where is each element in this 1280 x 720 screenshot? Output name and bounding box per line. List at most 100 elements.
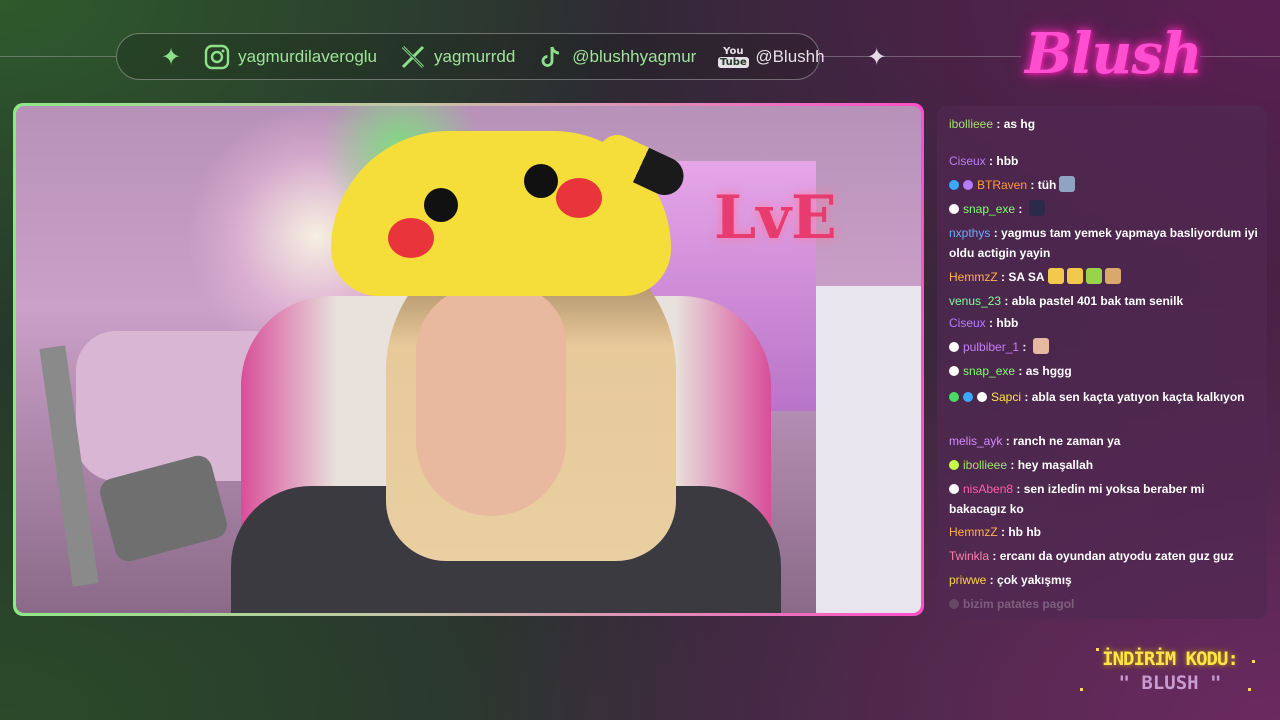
webcam-feed: LvE — [16, 106, 921, 613]
chat-username[interactable]: priwwe — [949, 573, 986, 587]
chat-separator: : — [997, 525, 1009, 539]
chat-username[interactable]: nisAben8 — [963, 482, 1013, 496]
chat-username[interactable]: ibollieee — [949, 117, 993, 131]
chat-text: çok yakışmış — [997, 573, 1072, 587]
chat-separator: : — [1002, 434, 1014, 448]
tiktok-link[interactable]: @blushhyagmur — [537, 43, 696, 71]
chat-emote-icon — [1032, 338, 1049, 354]
chat-emote-icon — [1047, 268, 1064, 284]
chat-username[interactable]: Twinkla — [949, 549, 989, 563]
user-badge-icon — [949, 460, 959, 470]
chat-message: BTRaven : tüh — [949, 175, 1259, 195]
header-divider-left — [0, 56, 116, 57]
user-badge-icon — [949, 366, 959, 376]
header-divider-mid — [821, 56, 1021, 57]
chat-message: venus_23 : abla pastel 401 bak tam senil… — [949, 291, 1259, 311]
drawer-cabinet — [816, 286, 921, 613]
chat-username[interactable]: Ciseux — [949, 154, 986, 168]
sparkle-dot — [1252, 660, 1255, 663]
chat-message: Ciseux : hbb — [949, 313, 1259, 333]
pikachu-eye — [524, 164, 558, 198]
x-logo-icon — [399, 43, 427, 71]
pikachu-cheek — [388, 218, 434, 258]
sparkle-icon: ✦ — [161, 42, 182, 71]
chat-emote-icon — [1085, 268, 1102, 284]
social-links-bar: ✦ yagmurdilaveroglu yagmurrdd @blushhyag… — [116, 33, 887, 80]
sparkle-dot — [1080, 688, 1083, 691]
user-badge-icon — [977, 392, 987, 402]
instagram-link[interactable]: yagmurdilaveroglu — [203, 43, 377, 71]
chat-separator: : — [997, 270, 1009, 284]
person-face — [416, 286, 566, 516]
chat-message: Twinkla : ercanı da oyundan atıyodu zate… — [949, 546, 1259, 566]
sparkle-icon: ✦ — [866, 42, 887, 71]
chat-username[interactable]: pulbiber_1 — [963, 340, 1019, 354]
chat-text: SA SA — [1008, 270, 1045, 284]
chat-message: nisAben8 : sen izledin mi yoksa beraber … — [949, 479, 1259, 519]
chat-username[interactable]: HemmzZ — [949, 270, 998, 284]
x-link[interactable]: yagmurrdd — [399, 43, 515, 71]
chat-text: hbb — [996, 154, 1019, 168]
pikachu-eye — [424, 188, 458, 222]
chat-separator: : — [1019, 340, 1030, 354]
instagram-handle: yagmurdilaveroglu — [238, 46, 378, 66]
discount-code-banner: İNDİRİM KODU: " BLUSH " — [1085, 648, 1255, 694]
chat-emote-icon — [1059, 176, 1076, 192]
user-badge-icon — [963, 392, 973, 402]
webcam-frame: LvE — [13, 103, 924, 616]
chat-message: snap_exe : as hggg — [949, 361, 1259, 381]
user-badge-icon — [949, 392, 959, 402]
user-badge-icon — [949, 180, 959, 190]
chat-text: ranch ne zaman ya — [1013, 434, 1121, 448]
chat-username[interactable]: nxpthys — [949, 226, 990, 240]
chat-text: hbb — [996, 316, 1019, 330]
chat-separator: : — [985, 316, 997, 330]
chat-username[interactable]: venus_23 — [949, 294, 1001, 308]
youtube-logo-bottom: Tube — [717, 56, 749, 68]
chat-separator: : — [1027, 178, 1038, 192]
chat-emote-icon — [1066, 268, 1083, 284]
chat-username[interactable]: snap_exe — [963, 202, 1015, 216]
header-divider-right — [1200, 56, 1280, 57]
chat-message: ibollieee : as hg — [949, 114, 1259, 134]
chat-message: melis_ayk : ranch ne zaman ya — [949, 431, 1259, 451]
youtube-handle: @Blushh — [755, 46, 825, 66]
chat-message: priwwe : çok yakışmış — [949, 570, 1259, 590]
sparkle-dot — [1248, 688, 1251, 691]
chat-username[interactable]: HemmzZ — [949, 525, 998, 539]
chat-separator: : — [993, 117, 1004, 131]
chat-separator: : — [1021, 390, 1032, 404]
chat-text: tüh — [1037, 178, 1057, 192]
chat-separator: : — [1001, 294, 1012, 308]
chat-separator: : — [1013, 482, 1024, 496]
chat-separator: : — [1015, 364, 1026, 378]
chat-username[interactable]: melis_ayk — [949, 434, 1002, 448]
chat-text: abla sen kaçta yatıyon kaçta kalkıyon — [1031, 390, 1245, 404]
chat-message: HemmzZ : hb hb — [949, 522, 1259, 542]
love-sign: LvE — [714, 183, 837, 253]
user-badge-icon — [949, 342, 959, 352]
chat-message: snap_exe : — [949, 199, 1259, 219]
chat-text: hey maşallah — [1017, 458, 1094, 472]
chat-username[interactable]: ibollieee — [963, 458, 1007, 472]
instagram-icon — [203, 43, 231, 71]
chat-username[interactable]: snap_exe — [963, 364, 1015, 378]
chat-emote-icon — [1028, 200, 1045, 216]
chat-message: Ciseux : hbb — [949, 151, 1259, 171]
chat-separator: : — [1015, 202, 1026, 216]
chat-emote-icon — [1104, 268, 1121, 284]
chat-username[interactable]: Sapci — [991, 390, 1021, 404]
chat-username[interactable]: Ciseux — [949, 316, 986, 330]
tiktok-handle: @blushhyagmur — [572, 46, 697, 66]
chat-text: hb hb — [1008, 525, 1041, 539]
chat-username[interactable]: BTRaven — [977, 178, 1027, 192]
chat-separator: : — [989, 549, 1000, 563]
discount-code-value: " BLUSH " — [1118, 672, 1222, 694]
sparkle-dot — [1096, 648, 1099, 651]
youtube-logo-top: You — [723, 45, 744, 57]
chat-separator: : — [986, 573, 998, 587]
chat-separator: : — [990, 226, 1002, 240]
youtube-link[interactable]: You Tube @Blushh — [717, 43, 825, 71]
chat-message: nxpthys : yagmus tam yemek yapmaya basli… — [949, 223, 1259, 263]
chat-message: Sapci : abla sen kaçta yatıyon kaçta kal… — [949, 387, 1259, 407]
